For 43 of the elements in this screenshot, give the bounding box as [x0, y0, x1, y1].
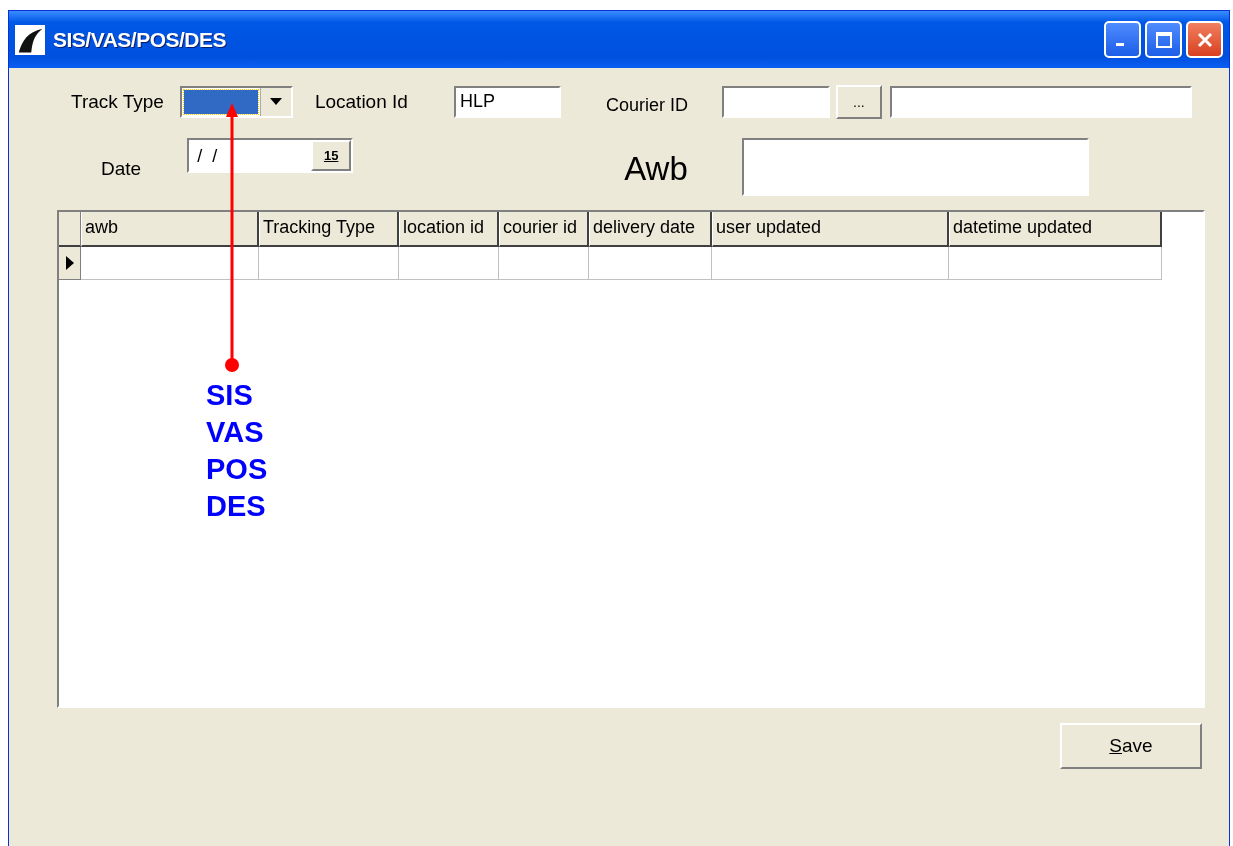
column-header[interactable]: location id: [399, 212, 499, 247]
column-header[interactable]: Tracking Type: [259, 212, 399, 247]
table-cell[interactable]: [949, 247, 1162, 280]
date-value: / /: [197, 144, 219, 168]
maximize-button[interactable]: [1145, 21, 1182, 58]
awb-label: Awb: [624, 150, 688, 188]
date-label: Date: [101, 158, 142, 180]
table-cell[interactable]: [81, 247, 259, 280]
column-header[interactable]: courier id: [499, 212, 589, 247]
minimize-button[interactable]: [1104, 21, 1141, 58]
annotation-text: DES: [206, 489, 267, 524]
annotation-text: SIS: [206, 378, 254, 413]
app-icon: [15, 24, 45, 55]
column-header[interactable]: awb: [81, 212, 259, 247]
table-cell[interactable]: [712, 247, 949, 280]
location-id-label: Location Id: [314, 91, 408, 113]
save-button[interactable]: Save: [1060, 723, 1202, 769]
browse-button[interactable]: ...: [835, 85, 882, 119]
table-cell[interactable]: [259, 247, 399, 280]
calendar-button[interactable]: 15: [311, 140, 352, 171]
column-header[interactable]: user updated: [712, 212, 949, 247]
table-cell[interactable]: [499, 247, 589, 280]
awb-field[interactable]: [741, 138, 1089, 196]
row-indicator[interactable]: [59, 247, 81, 280]
courier-id-field[interactable]: [721, 86, 830, 118]
courier-id-label: Courier ID: [605, 94, 688, 116]
caret-icon: [269, 98, 282, 106]
date-field[interactable]: / / 15: [187, 138, 354, 173]
annotation-text: VAS: [206, 415, 265, 450]
track-type-label: Track Type: [71, 91, 164, 113]
current-row-icon: [65, 256, 74, 270]
track-type-dropdown[interactable]: [179, 86, 293, 118]
maximize-icon: [1153, 29, 1174, 50]
minimize-icon: [1115, 43, 1124, 46]
location-id-field[interactable]: HLP: [453, 86, 561, 118]
window-title: SIS/VAS/POS/DES: [53, 27, 226, 52]
annotation-text: POS: [206, 452, 268, 487]
column-header[interactable]: datetime updated: [949, 212, 1162, 247]
table-cell[interactable]: [589, 247, 712, 280]
close-button[interactable]: [1186, 21, 1223, 58]
column-header[interactable]: delivery date: [589, 212, 712, 247]
courier-name-field[interactable]: [889, 86, 1192, 118]
table-cell[interactable]: [399, 247, 499, 280]
